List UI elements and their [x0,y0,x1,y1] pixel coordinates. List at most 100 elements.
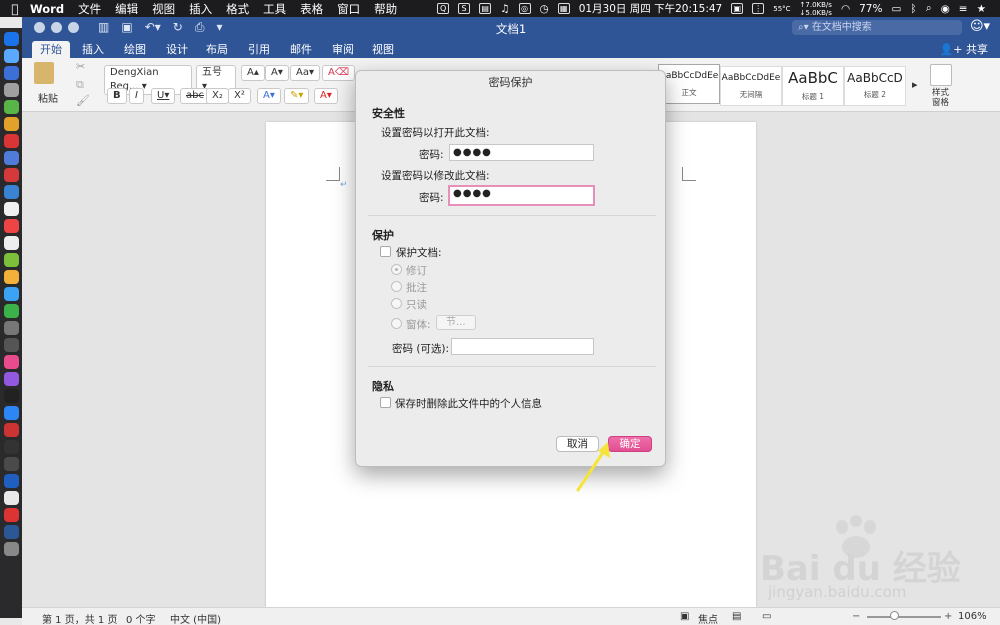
launchpad-icon[interactable] [3,83,19,97]
italic-button[interactable]: I [129,88,144,104]
photos-icon[interactable] [3,270,19,284]
web-layout-icon[interactable]: ▭ [762,611,771,622]
app-icon[interactable] [3,168,19,182]
wifi-icon[interactable]: ◠ [841,3,850,15]
menu-tools[interactable]: 工具 [263,1,286,17]
font-color-button[interactable]: A▾ [314,88,338,104]
paste-label[interactable]: 粘贴 [38,90,58,105]
trash-icon[interactable] [3,542,19,556]
zoom-slider-thumb[interactable] [890,611,899,620]
datetime[interactable]: 01月30日 周四 下午20:15:47 [579,1,723,16]
s-icon[interactable]: S [458,3,471,14]
appstore-icon[interactable] [3,406,19,420]
subscript-button[interactable]: X₂ [206,88,229,104]
menu-table[interactable]: 表格 [300,1,323,17]
zoom-out-icon[interactable]: − [852,611,860,622]
sections-button[interactable]: 节... [436,315,476,330]
wechat-icon[interactable]: ◎ [518,3,531,14]
style-heading-1[interactable]: AaBbC 标题 1 [782,66,844,106]
protect-document-label[interactable]: 保护文档: [396,245,442,260]
menu-format[interactable]: 格式 [226,1,249,17]
bluetooth-icon[interactable]: ᛒ [910,3,916,15]
radio-track-changes[interactable] [391,264,402,275]
page-count[interactable]: 第 1 页，共 1 页 [42,611,117,625]
calendar-app-icon[interactable] [3,219,19,233]
style-heading-2[interactable]: AaBbCcD 标题 2 [844,66,906,106]
grow-font-button[interactable]: A▴ [241,65,265,81]
styles-scroll-right-icon[interactable]: ▸ [912,78,918,91]
spotlight-icon[interactable]: ⌕ [926,2,932,15]
tab-view[interactable]: 视图 [364,41,402,58]
menu-insert[interactable]: 插入 [189,1,212,17]
qq-icon[interactable]: Q [437,3,450,14]
open-password-field[interactable]: ●●●● [449,144,594,161]
modify-password-field[interactable]: ●●●● [448,185,595,206]
siri-icon[interactable]: ◉ [941,3,950,15]
radio-forms[interactable] [391,318,402,329]
tv-icon[interactable] [3,389,19,403]
yandex-icon[interactable] [3,491,19,505]
word-icon[interactable] [3,525,19,539]
chrome-icon[interactable] [3,117,19,131]
netease-icon[interactable] [3,134,19,148]
search-input[interactable]: ⌕▾ 在文档中搜索 [792,20,962,35]
app-icon[interactable] [3,151,19,165]
format-painter-icon[interactable]: 🖌 [76,94,90,107]
notes-icon[interactable] [3,202,19,216]
tab-insert[interactable]: 插入 [74,41,112,58]
clear-format-button[interactable]: A⌫ [322,65,355,81]
tab-review[interactable]: 审阅 [324,41,362,58]
tab-references[interactable]: 引用 [240,41,278,58]
podcasts-icon[interactable] [3,372,19,386]
underline-button[interactable]: U▾ [151,88,176,104]
finder-icon[interactable] [3,32,19,46]
focus-label[interactable]: 焦点 [698,611,718,625]
menu-list-icon[interactable]: ≡ [959,3,968,15]
mail-icon[interactable] [3,66,19,80]
vpn-icon[interactable] [3,474,19,488]
music-icon[interactable]: ♫ [500,3,509,15]
facetime-icon[interactable] [3,304,19,318]
app-icon[interactable] [3,508,19,522]
tab-draw[interactable]: 绘图 [116,41,154,58]
menu-edit[interactable]: 编辑 [115,1,138,17]
reminders-icon[interactable] [3,236,19,250]
messages-icon[interactable] [3,287,19,301]
camera-icon[interactable] [3,321,19,335]
app-menu[interactable]: Word [30,2,64,16]
app-icon[interactable] [3,457,19,471]
focus-icon[interactable]: ▣ [680,611,689,622]
apple-icon[interactable]:  [0,2,30,16]
zoom-slider[interactable] [867,616,941,618]
battery-icon[interactable]: ▭ [891,3,901,15]
paste-icon[interactable] [34,62,54,84]
zoom-level[interactable]: 106% [958,611,987,622]
app-icon[interactable] [3,185,19,199]
language-status[interactable]: 中文 (中国) [170,611,221,625]
tab-mailings[interactable]: 邮件 [282,41,320,58]
star-icon[interactable]: ★ [977,3,986,15]
clock-icon[interactable]: ◷ [540,3,549,15]
menu-help[interactable]: 帮助 [374,1,397,17]
tab-layout[interactable]: 布局 [198,41,236,58]
change-case-button[interactable]: Aa▾ [290,65,320,81]
android-icon[interactable] [3,100,19,114]
app-icon[interactable] [3,338,19,352]
doc-icon[interactable]: ▤ [479,3,492,14]
menu-view[interactable]: 视图 [152,1,175,17]
style-normal[interactable]: AaBbCcDdEe 正文 [658,64,720,104]
share-button[interactable]: 👤+ 共享 [940,41,988,57]
safari-icon[interactable] [3,49,19,63]
print-layout-icon[interactable]: ▤ [732,611,741,622]
grid-icon[interactable]: ⋮ [752,3,765,14]
word-count[interactable]: 0 个字 [126,611,156,625]
style-no-spacing[interactable]: AaBbCcDdEe 无间隔 [720,66,782,106]
text-effects-button[interactable]: A▾ [257,88,281,104]
maps-icon[interactable] [3,253,19,267]
status-icon[interactable]: ▣ [731,3,744,14]
radio-comments[interactable] [391,281,402,292]
styles-pane-label[interactable]: 样式 窗格 [932,88,949,108]
remove-personal-info-checkbox[interactable] [380,397,391,408]
terminal-icon[interactable] [3,440,19,454]
music-app-icon[interactable] [3,355,19,369]
